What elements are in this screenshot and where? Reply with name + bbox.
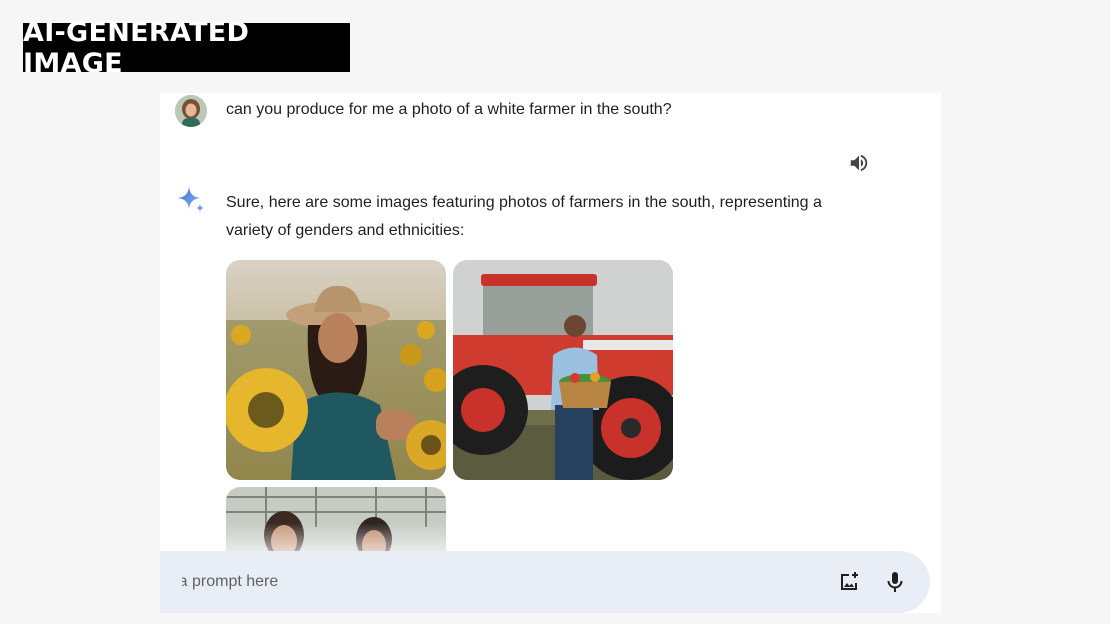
chat-panel: can you produce for me a photo of a whit… [160,93,941,613]
generated-image-1[interactable] [226,260,446,480]
user-avatar[interactable] [175,95,207,127]
ai-generated-badge: AI-GENERATED IMAGE [23,17,350,79]
speaker-icon[interactable] [848,152,870,174]
add-image-icon[interactable] [837,570,861,594]
user-message-row [175,95,207,127]
assistant-reply-text: Sure, here are some images featuring pho… [226,194,822,239]
microphone-icon[interactable] [883,570,907,594]
prompt-bar [160,551,930,613]
prompt-input[interactable] [160,551,822,613]
generated-image-2[interactable] [453,260,673,480]
user-message-text: can you produce for me a photo of a whit… [226,101,672,118]
gemini-sparkle-icon [176,186,206,216]
